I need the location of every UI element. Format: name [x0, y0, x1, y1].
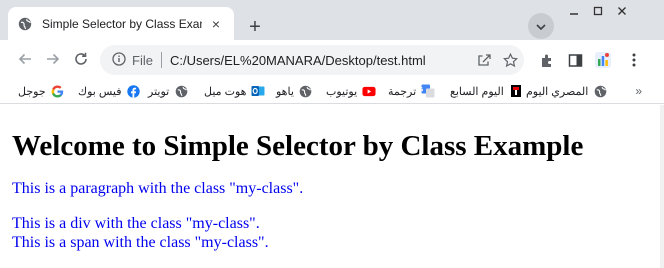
svg-text:G: G [421, 87, 423, 94]
star-icon[interactable] [502, 52, 518, 68]
page-heading: Welcome to Simple Selector by Class Exam… [12, 130, 584, 162]
profile-avatar-icon[interactable] [593, 50, 613, 70]
bookmark-almasry-alyoum[interactable]: المصري اليوم [526, 82, 607, 100]
forward-arrow-icon[interactable] [44, 50, 62, 68]
facebook-icon [126, 84, 140, 98]
side-panel-icon[interactable] [565, 50, 585, 70]
youtube-icon [362, 84, 376, 98]
bookmark-label: اليوم السابع [450, 85, 504, 98]
globe-icon [299, 84, 313, 98]
bookmark-label: هوت ميل [204, 85, 247, 98]
bookmark-label: ترجمة [388, 85, 417, 98]
globe-icon [593, 84, 607, 98]
my-class-div: This is a div with the class "my-class". [12, 215, 260, 232]
tab-strip: Simple Selector by Class Example × + [0, 0, 664, 40]
bookmarks-bar: جوجل فيس بوك تويتر هوت ميل ياهو يوتيوب G [0, 78, 664, 104]
bookmark-label: ياهو [276, 85, 294, 98]
close-window-icon[interactable] [610, 2, 634, 20]
outlook-icon [251, 84, 265, 98]
bookmark-hotmail[interactable]: هوت ميل [204, 82, 265, 100]
bookmark-twitter[interactable]: تويتر [148, 82, 188, 100]
file-scheme-label: File [132, 52, 153, 68]
back-arrow-icon[interactable] [16, 50, 34, 68]
minimize-icon[interactable] [562, 2, 586, 20]
globe-icon [174, 84, 188, 98]
my-class-paragraph: This is a paragraph with the class "my-c… [12, 180, 304, 197]
youm7-icon [509, 84, 523, 98]
bookmark-label: المصري اليوم [526, 85, 589, 98]
new-tab-button[interactable]: + [244, 16, 266, 38]
chevron-down-icon [536, 19, 546, 33]
page-scrollbar[interactable] [660, 105, 664, 268]
page-content: Welcome to Simple Selector by Class Exam… [0, 105, 664, 268]
address-divider [160, 52, 162, 68]
share-icon[interactable] [476, 52, 492, 68]
bookmark-facebook[interactable]: فيس بوك [78, 82, 140, 100]
bookmark-label: فيس بوك [78, 85, 122, 98]
bookmark-google[interactable]: جوجل [18, 82, 65, 100]
tab-search-button[interactable] [528, 13, 554, 39]
translate-icon: G [421, 84, 435, 98]
bookmark-translate[interactable]: G ترجمة [388, 82, 435, 100]
reload-icon[interactable] [72, 50, 90, 68]
extensions-icon[interactable] [537, 50, 557, 70]
more-menu-icon[interactable] [624, 50, 644, 70]
bookmark-youtube[interactable]: يوتيوب [326, 82, 376, 100]
bookmark-youm7[interactable]: اليوم السابع [450, 82, 523, 100]
globe-icon [18, 17, 32, 31]
info-icon[interactable] [112, 51, 126, 69]
bookmarks-overflow-button[interactable]: » [635, 84, 642, 98]
bookmark-label: يوتيوب [326, 85, 358, 98]
browser-tab[interactable]: Simple Selector by Class Example × [8, 7, 234, 40]
maximize-icon[interactable] [586, 2, 610, 20]
close-icon[interactable]: × [208, 16, 224, 32]
window-controls [562, 2, 634, 20]
tab-title: Simple Selector by Class Example [42, 16, 202, 31]
url-text[interactable]: C:/Users/EL%20MANARA/Desktop/test.html [170, 53, 426, 68]
google-icon [51, 84, 65, 98]
bookmark-yahoo[interactable]: ياهو [276, 82, 313, 100]
address-bar[interactable]: File C:/Users/EL%20MANARA/Desktop/test.h… [100, 45, 524, 75]
bookmark-label: تويتر [148, 85, 170, 98]
bookmark-label: جوجل [18, 85, 46, 98]
my-class-span: This is a span with the class "my-class"… [12, 234, 269, 251]
